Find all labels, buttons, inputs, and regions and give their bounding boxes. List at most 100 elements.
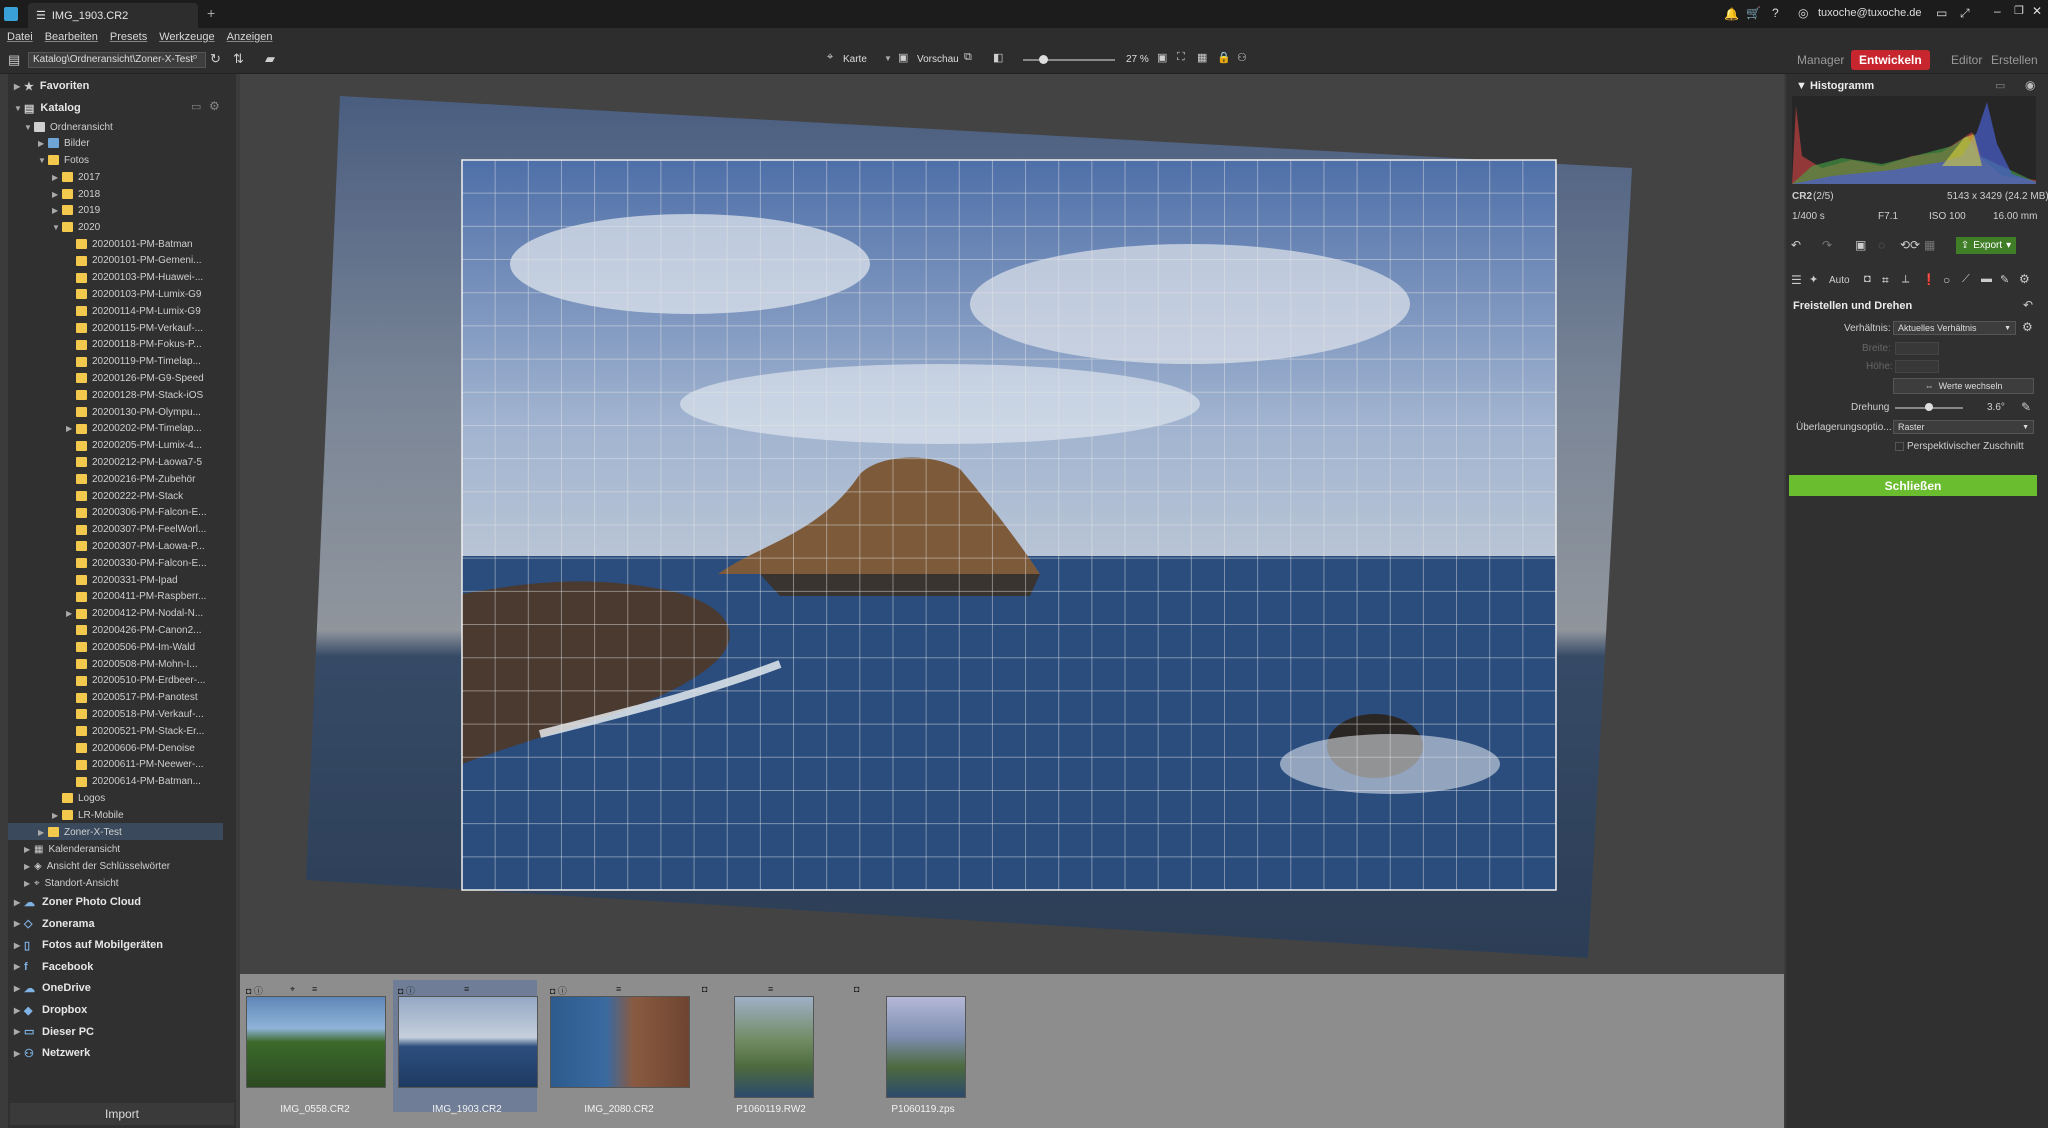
tree-folder-2020[interactable]: 20200307-PM-Laowa-P... [66,538,205,554]
tree-section-item[interactable]: ▶ ▭ Dieser PC [14,1024,94,1040]
tree-section-item[interactable]: ▶ ▯ Fotos auf Mobilgeräten [14,937,163,953]
new-tab-icon[interactable]: + [207,5,215,21]
gradient-tool-icon[interactable]: ▬ [1981,273,1992,285]
tree-zoner-x-test[interactable]: ▶ Zoner-X-Test [38,824,122,840]
tree-folder-2020[interactable]: ▶ 20200202-PM-Timelap... [66,421,202,437]
tree-year[interactable]: ▶ 2017 [52,169,100,185]
gear-icon[interactable]: ⚙ [2019,272,2030,286]
expand-arrow-icon[interactable]: ▶ [14,82,24,91]
auto-button[interactable]: Auto [1829,275,1850,286]
person-detect-icon[interactable]: ⚇ [1237,51,1247,64]
thumbnail[interactable]: ◘ P1060119.zps [852,982,994,1115]
tree-folder-2020[interactable]: 20200506-PM-Im-Wald [66,639,195,655]
tree-calendar[interactable]: ▶ ▦ Kalenderansicht [24,841,120,857]
tree-folder-2020[interactable]: 20200103-PM-Huawei-... [66,270,203,286]
expand-arrow-icon[interactable]: ▶ [24,862,34,871]
image-compare-icon[interactable]: ▣ [1855,238,1866,252]
zoom-slider-handle[interactable] [1039,55,1048,64]
book-icon[interactable]: ▭ [1936,6,1947,20]
search-icon[interactable]: ⌕ [192,51,198,64]
mode-manager[interactable]: Manager [1789,50,1852,70]
overlay-select[interactable]: Raster ▼ [1893,420,2034,434]
tree-folder-2020[interactable]: ▶ 20200412-PM-Nodal-N... [66,606,203,622]
ratio-select[interactable]: Aktuelles Verhältnis ▼ [1893,321,2016,335]
redo-icon[interactable]: ↷ [1822,238,1832,252]
brush-tool-icon[interactable]: ⟋ [1962,273,1970,286]
crop-tool-icon[interactable]: ⌗ [1882,273,1889,288]
grid-view-icon[interactable]: ▦ [1197,51,1207,64]
menu-presets[interactable]: Presets [110,31,147,43]
swap-values-button[interactable]: ⇔ Werte wechseln [1893,378,2034,394]
tree-folder-2020[interactable]: 20200426-PM-Canon2... [66,622,202,638]
menu-werkzeuge[interactable]: Werkzeuge [159,31,214,43]
maximize-icon[interactable]: ❐ [2014,4,2024,17]
tree-section-item[interactable]: ▶ ☁ OneDrive [14,980,91,996]
histogram-header[interactable]: ▼ Histogramm [1796,80,1874,92]
expand-arrow-icon[interactable]: ▶ [52,811,62,820]
fullscreen-icon[interactable]: ⤢ [1960,6,1970,21]
tree-folder-2020[interactable]: 20200115-PM-Verkauf-... [66,320,203,336]
expand-arrow-icon[interactable]: ▶ [66,424,76,433]
exclamation-tool-icon[interactable]: ❗ [1922,273,1936,286]
menu-lines-icon[interactable]: ☰ [1791,273,1802,287]
collapse-arrow-icon[interactable]: ▼ [52,223,62,232]
expand-arrow-icon[interactable]: ▶ [38,139,48,148]
tree-year[interactable]: ▶ 2019 [52,202,100,218]
collapse-arrow-icon[interactable]: ▼ [14,104,24,113]
tree-folder-2020[interactable]: 20200306-PM-Falcon-E... [66,505,207,521]
expand-arrow-icon[interactable]: ▶ [52,173,62,182]
catalog-add-icon[interactable]: ▭ [191,100,201,113]
tree-folder-2020[interactable]: 20200606-PM-Denoise [66,740,195,756]
tree-folder-2020[interactable]: 20200222-PM-Stack [66,488,183,504]
import-button[interactable]: Import [10,1103,234,1125]
tree-folder-2020[interactable]: 20200614-PM-Batman... [66,774,201,790]
expand-arrow-icon[interactable]: ▶ [52,190,62,199]
width-input[interactable] [1895,342,1939,355]
tree-bilder[interactable]: ▶ Bilder [38,135,90,151]
sort-icon[interactable]: ⇅ [233,51,244,67]
tree-year[interactable]: ▶ 2018 [52,186,100,202]
tree-folder-2020[interactable]: 20200510-PM-Erdbeer-... [66,673,205,689]
tree-favorites[interactable]: ▶ ★ Favoriten [14,78,89,94]
expand-arrow-icon[interactable]: ▶ [14,1027,24,1036]
document-tab[interactable]: ☰ IMG_1903.CR2 [28,3,198,28]
tree-year[interactable]: ▼ 2020 [52,219,100,235]
expand-arrow-icon[interactable]: ▶ [14,941,24,950]
lock-icon[interactable]: 🔒 [1217,51,1231,64]
help-icon[interactable]: ? [1772,6,1779,20]
tree-folder-2020[interactable]: 20200216-PM-Zubehör [66,471,195,487]
tree-folder-2020[interactable]: 20200130-PM-Olympu... [66,404,201,420]
photo-crop-view[interactable] [240,74,1784,974]
folder-nav-icon[interactable]: ▤ [8,52,20,68]
tree-folder-2020[interactable]: 20200411-PM-Raspberr... [66,589,206,605]
map-dropdown-icon[interactable]: ▼ [884,54,892,63]
tree-folder-2020[interactable]: 20200307-PM-FeelWorl... [66,522,206,538]
tree-folder-2020[interactable]: 20200128-PM-Stack-iOS [66,387,203,403]
expand-arrow-icon[interactable]: ▶ [14,919,24,928]
menu-anzeigen[interactable]: Anzeigen [227,31,273,43]
tree-logos[interactable]: Logos [52,790,105,806]
tree-folder-2020[interactable]: 20200518-PM-Verkauf-... [66,706,204,722]
bell-icon[interactable]: 🔔 [1724,7,1739,21]
expand-arrow-icon[interactable]: ▶ [14,1049,24,1058]
zoom-1to1-icon[interactable]: ▣ [1157,51,1167,64]
catalog-settings-icon[interactable]: ⚙ [209,99,220,113]
tree-folder-2020[interactable]: 20200119-PM-Timelap... [66,354,201,370]
rotation-value[interactable]: 3.6° [1987,402,2005,413]
user-email[interactable]: tuxoche@tuxoche.de [1818,7,1922,19]
refresh-icon[interactable]: ↻ [210,51,221,67]
expand-arrow-icon[interactable]: ▶ [14,984,24,993]
expand-arrow-icon[interactable]: ▶ [38,828,48,837]
height-input[interactable] [1895,360,1939,373]
zoom-slider[interactable] [1023,59,1115,61]
path-field[interactable]: Katalog\Ordneransicht\Zoner-X-Test [28,52,206,68]
tree-folder-2020[interactable]: 20200212-PM-Laowa7-5 [66,454,202,470]
tree-folder-2020[interactable]: 20200508-PM-Mohn-I... [66,656,198,672]
expand-arrow-icon[interactable]: ▶ [24,879,34,888]
external-window-icon[interactable]: ⧉ [964,51,972,64]
tree-folder-2020[interactable]: 20200330-PM-Falcon-E... [66,555,207,571]
menu-bearbeiten[interactable]: Bearbeiten [45,31,98,43]
mode-create[interactable]: Erstellen [1983,50,2046,70]
tree-folder-2020[interactable]: 20200103-PM-Lumix-G9 [66,286,202,302]
circle-filter-icon[interactable]: ○ [1943,273,1950,287]
